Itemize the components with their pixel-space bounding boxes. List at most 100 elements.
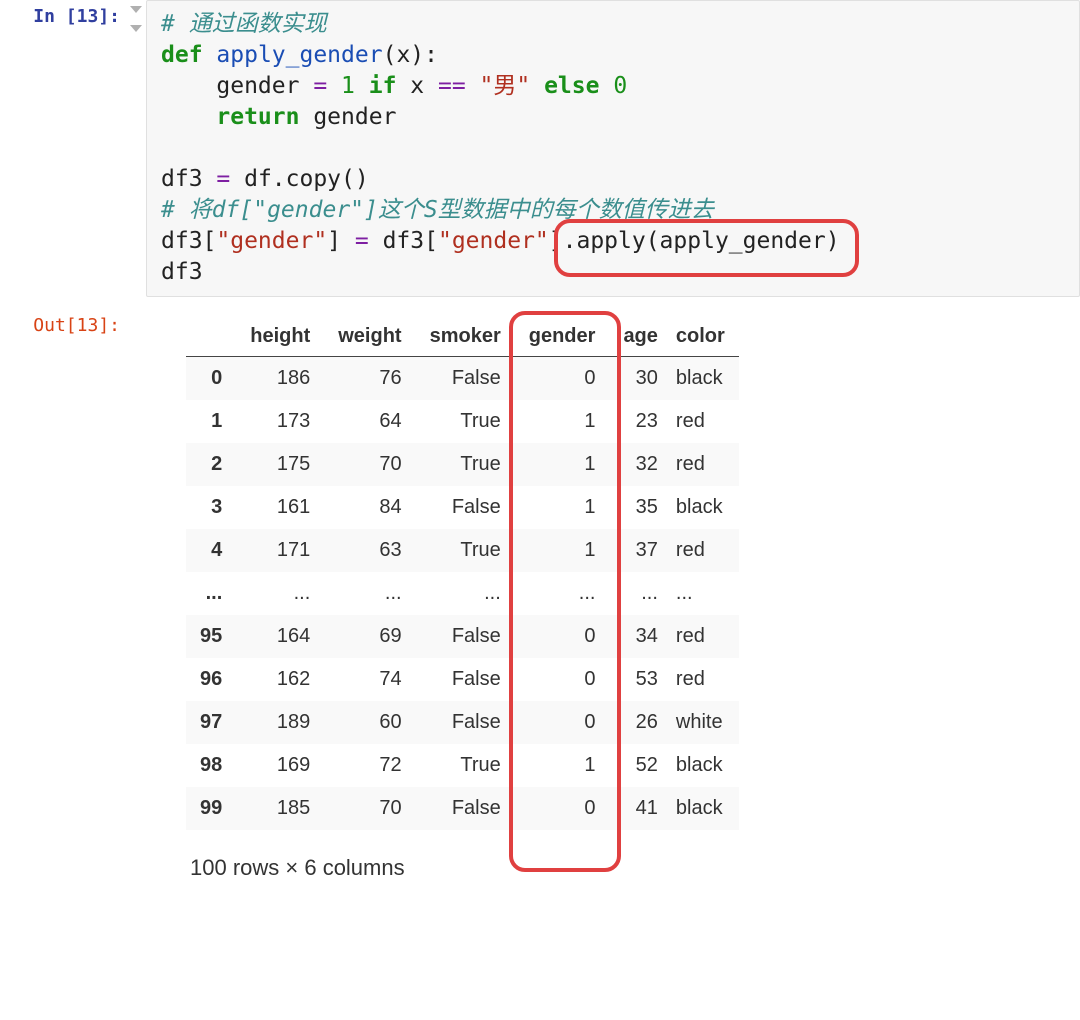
col-header: weight xyxy=(324,317,415,357)
table-row: 9516469False034red xyxy=(186,615,739,658)
table-cell: 171 xyxy=(236,529,324,572)
kw-def: def xyxy=(161,42,203,68)
table-cell: 60 xyxy=(324,701,415,744)
output-prompt: Out[13]: xyxy=(0,297,126,336)
table-wrapper: height weight smoker gender age color 01… xyxy=(186,317,739,830)
table-cell: 52 xyxy=(609,744,671,787)
fn-name: apply_gender xyxy=(216,42,382,68)
table-cell: ... xyxy=(236,572,324,615)
table-header-row: height weight smoker gender age color xyxy=(186,317,739,357)
code-text: gender xyxy=(161,73,313,99)
table-cell: 0 xyxy=(515,615,610,658)
row-index: 3 xyxy=(186,486,236,529)
chevron-down-icon[interactable] xyxy=(130,25,142,32)
table-cell: 53 xyxy=(609,658,671,701)
table-cell: 32 xyxy=(609,443,671,486)
col-header: height xyxy=(236,317,324,357)
table-cell: 1 xyxy=(515,443,610,486)
table-cell: ... xyxy=(416,572,515,615)
table-row: 9918570False041black xyxy=(186,787,739,830)
table-cell: True xyxy=(416,443,515,486)
code-text: df.copy() xyxy=(230,166,368,192)
op-eqeq: == xyxy=(438,73,466,99)
table-cell: 72 xyxy=(324,744,415,787)
num-1: 1 xyxy=(327,73,369,99)
table-row: ..................... xyxy=(186,572,739,615)
op-assign: = xyxy=(216,166,230,192)
input-cell: In [13]: # 通过函数实现 def apply_gender(x): g… xyxy=(0,0,1080,297)
row-index: 4 xyxy=(186,529,236,572)
apply-call: .apply(apply_gender) xyxy=(563,228,840,254)
row-index: 99 xyxy=(186,787,236,830)
ret-val: gender xyxy=(299,104,396,130)
table-cell: black xyxy=(672,744,739,787)
col-header: color xyxy=(672,317,739,357)
table-cell: white xyxy=(672,701,739,744)
output-area: height weight smoker gender age color 01… xyxy=(146,297,1080,881)
op-eq: = xyxy=(313,73,327,99)
table-cell: black xyxy=(672,787,739,830)
op-assign: = xyxy=(355,228,369,254)
table-cell: 173 xyxy=(236,400,324,443)
table-cell: 161 xyxy=(236,486,324,529)
table-cell: 164 xyxy=(236,615,324,658)
code-text: df3 xyxy=(161,166,216,192)
num-0: 0 xyxy=(599,73,627,99)
table-cell: 0 xyxy=(515,787,610,830)
table-cell: False xyxy=(416,658,515,701)
table-cell: 84 xyxy=(324,486,415,529)
kw-return: return xyxy=(216,104,299,130)
col-header: smoker xyxy=(416,317,515,357)
dataframe-table: height weight smoker gender age color 01… xyxy=(186,317,739,830)
table-cell: red xyxy=(672,658,739,701)
table-row: 9718960False026white xyxy=(186,701,739,744)
table-cell: 70 xyxy=(324,443,415,486)
table-cell: 0 xyxy=(515,357,610,401)
code-comment: # 通过函数实现 xyxy=(161,11,327,37)
table-cell: True xyxy=(416,400,515,443)
table-cell: black xyxy=(672,486,739,529)
table-cell: 1 xyxy=(515,400,610,443)
output-prompt-label: Out[13]: xyxy=(33,315,120,336)
table-cell: 1 xyxy=(515,529,610,572)
table-cell: 1 xyxy=(515,744,610,787)
dataframe-dims: 100 rows × 6 columns xyxy=(186,835,1080,881)
table-cell: red xyxy=(672,400,739,443)
str-gender: "gender" xyxy=(438,228,549,254)
paren: ( xyxy=(383,42,397,68)
table-row: 117364True123red xyxy=(186,400,739,443)
row-index: 98 xyxy=(186,744,236,787)
table-cell: True xyxy=(416,744,515,787)
table-cell: False xyxy=(416,787,515,830)
table-cell: 34 xyxy=(609,615,671,658)
table-cell: ... xyxy=(609,572,671,615)
table-cell: 64 xyxy=(324,400,415,443)
collapser-column xyxy=(126,0,146,44)
row-index: 1 xyxy=(186,400,236,443)
table-row: 316184False135black xyxy=(186,486,739,529)
table-cell: 175 xyxy=(236,443,324,486)
code-text: df3[ xyxy=(369,228,438,254)
table-cell: 63 xyxy=(324,529,415,572)
table-cell: False xyxy=(416,701,515,744)
code-text: df3[ xyxy=(161,228,216,254)
table-cell: False xyxy=(416,357,515,401)
table-row: 417163True137red xyxy=(186,529,739,572)
output-cell: Out[13]: height weight smoker gender age… xyxy=(0,297,1080,881)
table-cell: 35 xyxy=(609,486,671,529)
table-cell: 26 xyxy=(609,701,671,744)
row-index: 97 xyxy=(186,701,236,744)
table-cell: 0 xyxy=(515,658,610,701)
chevron-down-icon[interactable] xyxy=(130,6,142,13)
table-cell: 70 xyxy=(324,787,415,830)
table-cell: ... xyxy=(515,572,610,615)
table-cell: 30 xyxy=(609,357,671,401)
kw-if: if xyxy=(369,73,397,99)
input-prompt-label: In [13]: xyxy=(33,6,120,27)
index-header xyxy=(186,317,236,357)
table-cell: 185 xyxy=(236,787,324,830)
table-cell: red xyxy=(672,529,739,572)
collapser-column xyxy=(126,297,146,303)
table-cell: 189 xyxy=(236,701,324,744)
code-cell[interactable]: # 通过函数实现 def apply_gender(x): gender = 1… xyxy=(146,0,1080,297)
